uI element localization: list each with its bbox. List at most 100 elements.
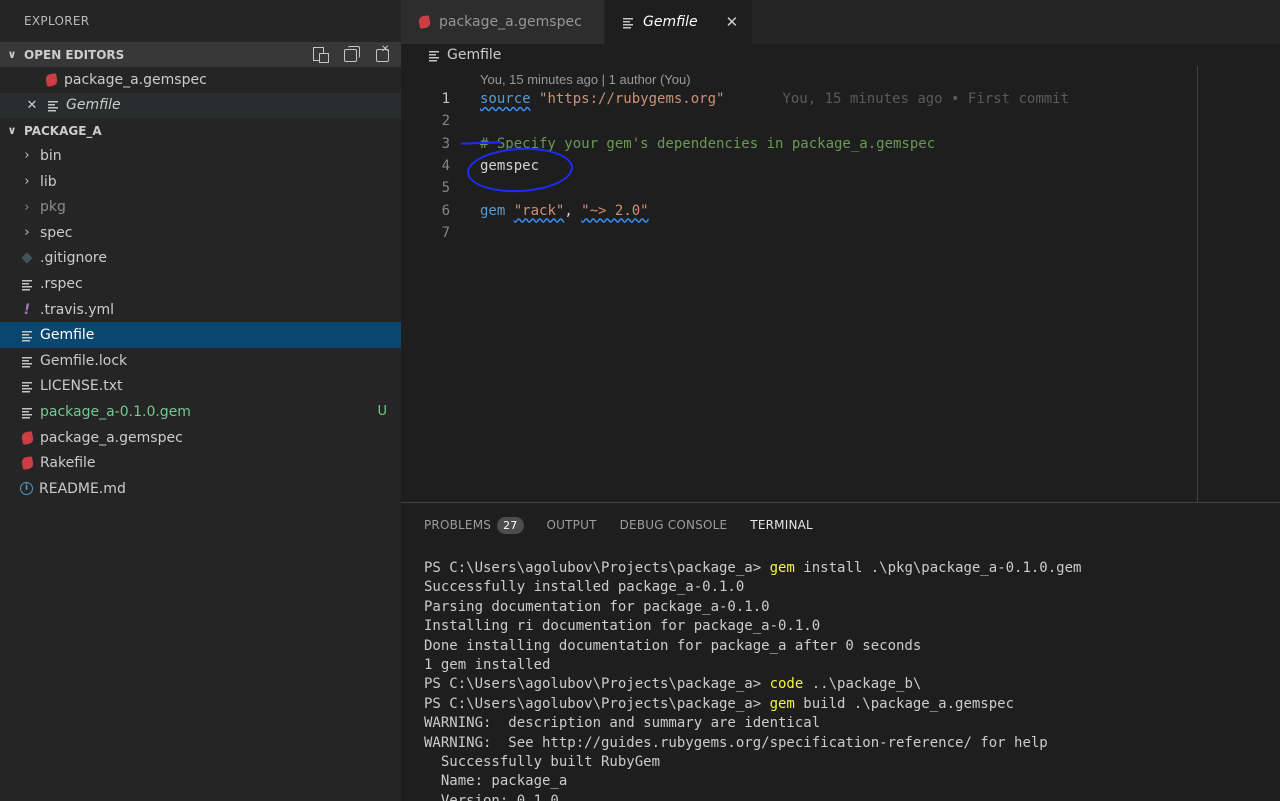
terminal-output[interactable]: PS C:\Users\agolubov\Projects\package_a>… — [424, 560, 1081, 801]
problems-count-badge: 27 — [497, 516, 524, 534]
lines-file-icon — [427, 48, 441, 62]
code-token: , — [564, 202, 582, 219]
tab-output[interactable]: OUTPUT — [547, 518, 597, 532]
open-editors-label: OPEN EDITORS — [24, 47, 125, 62]
open-editor-item-gemspec[interactable]: package_a.gemspec — [0, 67, 401, 93]
breadcrumb-item[interactable]: Gemfile — [447, 47, 501, 63]
terminal-args: install .\pkg\package_a-0.1.0.gem — [794, 560, 1082, 576]
tree-file-travis[interactable]: ! .travis.yml — [0, 297, 401, 323]
code-token: "https://rubygems.org" — [539, 91, 725, 108]
terminal-command: gem — [769, 695, 795, 712]
terminal-prompt: PS C:\Users\agolubov\Projects\package_a> — [424, 676, 770, 693]
close-icon[interactable]: ✕ — [726, 13, 739, 31]
ruby-icon — [20, 431, 34, 445]
tab-label: Gemfile — [643, 14, 698, 30]
open-editor-label: Gemfile — [66, 97, 121, 114]
line-text: gem "rack", "~> 2.0" — [480, 203, 649, 219]
tree-file-license[interactable]: LICENSE.txt — [0, 374, 401, 400]
chevron-right-icon: › — [24, 199, 30, 215]
tree-item-label: package_a-0.1.0.gem — [40, 403, 191, 420]
lines-file-icon — [20, 328, 34, 343]
git-icon — [20, 251, 34, 265]
code-line: 2 — [401, 110, 1198, 132]
chevron-right-icon: › — [24, 174, 30, 190]
tab-label: package_a.gemspec — [439, 14, 582, 30]
new-untitled-file-icon[interactable] — [311, 46, 329, 63]
tree-item-label: .rspec — [40, 275, 83, 292]
code-token: "rack" — [513, 202, 565, 219]
tree-folder-spec[interactable]: › spec — [0, 220, 401, 246]
code-token: "~> 2.0" — [581, 202, 649, 219]
tree-item-label: bin — [40, 147, 62, 164]
tree-file-rspec[interactable]: .rspec — [0, 271, 401, 297]
lines-file-icon — [20, 277, 34, 291]
line-number: 2 — [441, 113, 450, 130]
project-header[interactable]: ∨ PACKAGE_A — [0, 118, 401, 143]
tab-label: DEBUG CONSOLE — [619, 518, 728, 532]
tab-gemfile[interactable]: Gemfile ✕ — [605, 0, 754, 44]
tree-item-label: spec — [40, 224, 73, 241]
code-token: source — [480, 91, 531, 108]
tab-debug-console[interactable]: DEBUG CONSOLE — [620, 518, 728, 532]
code-line: 6 gem "rack", "~> 2.0" — [401, 199, 1198, 221]
close-icon[interactable]: ✕ — [25, 98, 39, 113]
editor-ruler — [1197, 66, 1198, 502]
breadcrumb: Gemfile — [401, 44, 1280, 66]
tab-problems[interactable]: PROBLEMS 27 — [424, 516, 524, 534]
editor-tabs: package_a.gemspec Gemfile ✕ — [401, 0, 1280, 44]
chevron-down-icon: ∨ — [7, 48, 17, 61]
tree-folder-bin[interactable]: › bin — [0, 143, 401, 169]
info-icon: i — [20, 482, 33, 496]
tab-terminal[interactable]: TERMINAL — [750, 518, 813, 532]
tree-file-readme[interactable]: i README.md — [0, 476, 401, 502]
terminal-line: Parsing documentation for package_a-0.1.… — [424, 598, 770, 615]
terminal-line: WARNING: description and summary are ide… — [424, 715, 821, 732]
terminal-command: code — [769, 676, 804, 693]
open-editor-item-gemfile[interactable]: ✕ Gemfile — [0, 92, 401, 119]
ruby-icon — [20, 456, 34, 470]
tree-item-label: Rakefile — [40, 455, 96, 472]
tab-label: TERMINAL — [750, 518, 813, 532]
blame-annotation: You, 15 minutes ago • First commit — [782, 91, 1070, 108]
explorer-title: EXPLORER — [24, 14, 90, 28]
terminal-args: build .\package_a.gemspec — [794, 695, 1015, 712]
close-all-editors-icon[interactable] — [375, 44, 393, 62]
tree-item-label: .gitignore — [40, 250, 107, 267]
terminal-line: Name: package_a — [424, 773, 568, 790]
tree-folder-pkg[interactable]: › pkg — [0, 194, 401, 220]
tree-item-label: lib — [40, 173, 57, 190]
tab-label: OUTPUT — [546, 518, 597, 532]
tree-file-gitignore[interactable]: .gitignore — [0, 246, 401, 272]
chevron-down-icon: ∨ — [7, 124, 17, 138]
tree-file-rakefile[interactable]: Rakefile — [0, 450, 401, 476]
terminal-command: gem — [769, 560, 795, 576]
tree-item-label: LICENSE.txt — [40, 378, 123, 395]
line-text: source "https://rubygems.org" You, 15 min… — [480, 91, 1069, 107]
ruby-icon — [417, 15, 431, 29]
lines-file-icon — [621, 15, 635, 29]
git-codelens[interactable]: You, 15 minutes ago | 1 author (You) — [480, 72, 691, 87]
tree-file-gemfile[interactable]: Gemfile — [0, 322, 401, 348]
terminal-line: Version: 0.1.0 — [424, 792, 559, 801]
tree-folder-lib[interactable]: › lib — [0, 169, 401, 195]
lines-file-icon — [46, 98, 60, 113]
code-line: 7 — [401, 222, 1198, 244]
code-editor[interactable]: You, 15 minutes ago | 1 author (You) 1 s… — [401, 66, 1198, 502]
tree-file-gem[interactable]: package_a-0.1.0.gem U — [0, 399, 401, 425]
terminal-line: PS C:\Users\agolubov\Projects\package_a>… — [424, 560, 1081, 579]
line-number: 5 — [441, 180, 450, 197]
tree-file-gemspec[interactable]: package_a.gemspec — [0, 425, 401, 451]
line-number: 7 — [441, 224, 450, 241]
code-line: 1 source "https://rubygems.org" You, 15 m… — [401, 88, 1198, 110]
tab-package-a-gemspec[interactable]: package_a.gemspec — [401, 0, 605, 44]
open-editors-actions — [311, 44, 393, 63]
terminal-line: PS C:\Users\agolubov\Projects\package_a>… — [424, 696, 1081, 715]
tree-item-label: .travis.yml — [40, 301, 115, 318]
tab-label: PROBLEMS — [424, 518, 492, 532]
terminal-line: WARNING: See http://guides.rubygems.org/… — [424, 734, 1048, 751]
tree-file-gemfile-lock[interactable]: Gemfile.lock — [0, 348, 401, 374]
open-editors-header[interactable]: ∨ OPEN EDITORS — [0, 42, 401, 67]
tree-item-label: Gemfile.lock — [40, 352, 128, 369]
tree-item-label: README.md — [39, 480, 126, 497]
save-all-icon[interactable] — [343, 46, 361, 62]
